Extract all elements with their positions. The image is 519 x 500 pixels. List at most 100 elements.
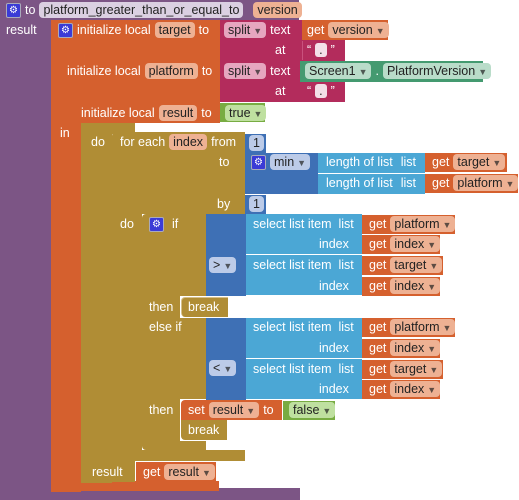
dot-label: .	[375, 64, 379, 78]
init-label: initialize local	[77, 23, 151, 37]
get-label: get	[143, 465, 161, 479]
bool-dropdown[interactable]: false ▼	[289, 402, 336, 418]
var-result-field[interactable]: result	[158, 105, 198, 121]
select-row: select list item list	[253, 258, 354, 272]
init-result-row: initialize local result to	[81, 103, 212, 123]
var-dropdown[interactable]: target ▼	[390, 361, 443, 377]
get-row: get platform ▼	[369, 317, 456, 337]
number-field[interactable]: 1	[249, 196, 264, 212]
var-dropdown[interactable]: index ▼	[390, 340, 441, 356]
for-each-body	[112, 213, 142, 453]
compare-op-dropdown[interactable]: < ▼	[209, 360, 237, 376]
get-row: get target ▼	[369, 255, 443, 275]
to-label: to	[201, 106, 212, 120]
to-label: to	[201, 64, 213, 78]
split-dropdown[interactable]: split ▼	[224, 22, 267, 38]
init-platform-row: initialize local platform to	[67, 61, 212, 81]
number-field[interactable]: 1	[249, 135, 264, 151]
gear-icon[interactable]: ⚙	[6, 2, 21, 18]
set-row: set result ▼ to	[188, 402, 274, 418]
get-row: get platform ▼	[432, 173, 519, 193]
var-dropdown[interactable]: index ▼	[390, 278, 441, 294]
string-field[interactable]: .	[315, 84, 327, 98]
get-row: get version ▼	[307, 20, 389, 40]
var-dropdown[interactable]: version ▼	[328, 22, 389, 38]
init-label: initialize local	[67, 64, 141, 78]
bool-dropdown[interactable]: true ▼	[225, 105, 267, 121]
loop-var-field[interactable]: index	[169, 134, 208, 150]
select-row: select list item list	[253, 362, 354, 376]
get-row: get platform ▼	[369, 214, 456, 234]
min-dropdown[interactable]: min ▼	[270, 154, 311, 170]
to-label: to	[198, 23, 210, 37]
split-row: split ▼ text	[224, 61, 290, 81]
compare-op-dropdown[interactable]: > ▼	[209, 257, 237, 273]
for-each-row: for each index from	[120, 132, 236, 152]
index-label: index	[319, 341, 349, 355]
else-if-label: else if	[149, 320, 182, 334]
var-dropdown[interactable]: platform ▼	[390, 216, 456, 232]
do-label: do	[120, 217, 134, 231]
length-row: length of list list	[326, 176, 416, 190]
result-label: result	[92, 465, 123, 479]
var-dropdown[interactable]: index ▼	[390, 236, 441, 252]
select-row: select list item list	[253, 217, 354, 231]
split-dropdown[interactable]: split ▼	[224, 63, 267, 79]
procedure-header: ⚙ to platform_greater_than_or_equal_to v…	[6, 0, 302, 20]
then-label: then	[149, 300, 174, 314]
blocks-workspace: ⚙ to platform_greater_than_or_equal_to v…	[0, 0, 519, 500]
then-label: then	[149, 403, 174, 417]
true-row: true ▼	[225, 103, 267, 123]
init-local-body	[51, 122, 81, 492]
gear-icon[interactable]: ⚙	[251, 154, 266, 170]
string-row: “.”	[307, 43, 335, 57]
get-row: get index ▼	[369, 234, 441, 254]
result-label: result	[6, 23, 37, 37]
for-each-label: for each	[120, 135, 166, 149]
text-label: text	[270, 64, 291, 78]
index-label: index	[319, 237, 349, 251]
var-platform-field[interactable]: platform	[144, 63, 198, 79]
compare-block-2[interactable]	[206, 318, 246, 400]
min-row: ⚙ min ▼	[251, 152, 311, 172]
var-dropdown[interactable]: platform ▼	[390, 319, 456, 335]
by-label: by	[217, 197, 231, 211]
var-dropdown[interactable]: target ▼	[390, 257, 443, 273]
gear-icon[interactable]: ⚙	[58, 22, 73, 38]
get-row: get index ▼	[369, 379, 441, 399]
get-row: get index ▼	[369, 338, 441, 358]
var-dropdown[interactable]: target ▼	[453, 154, 506, 170]
split-row: split ▼ text	[224, 20, 290, 40]
if-row: ⚙ if	[149, 214, 178, 234]
procedure-name-field[interactable]: platform_greater_than_or_equal_to	[39, 2, 244, 18]
var-dropdown[interactable]: result ▼	[164, 464, 215, 480]
init-local-bottom	[51, 481, 219, 491]
get-row: get result ▼	[143, 462, 215, 482]
gear-icon[interactable]: ⚙	[149, 216, 164, 232]
param-version[interactable]: version	[253, 2, 302, 18]
do-label: do	[91, 135, 105, 149]
var-dropdown[interactable]: result ▼	[208, 402, 260, 418]
string-field[interactable]: .	[315, 43, 327, 57]
break-label: break	[188, 423, 220, 437]
to-label: to	[25, 3, 36, 17]
compare-block-1[interactable]	[206, 214, 246, 296]
get-label: get	[307, 23, 325, 37]
do-result-block[interactable]	[81, 123, 112, 483]
get-row: get target ▼	[432, 152, 506, 172]
init-label: initialize local	[81, 106, 155, 120]
text-label: text	[270, 23, 291, 37]
select-row: select list item list	[253, 320, 354, 334]
var-dropdown[interactable]: platform ▼	[453, 175, 519, 191]
var-target-field[interactable]: target	[154, 22, 195, 38]
component-row: Screen1 ▼ . PlatformVersion ▼	[305, 61, 492, 81]
length-row: length of list list	[326, 155, 416, 169]
at-label: at	[275, 84, 286, 98]
get-row: get index ▼	[369, 276, 441, 296]
init-target-row: ⚙ initialize local target to	[58, 20, 209, 40]
var-dropdown[interactable]: index ▼	[390, 381, 441, 397]
string-row: “.”	[307, 84, 335, 98]
property-dropdown[interactable]: PlatformVersion ▼	[382, 63, 492, 79]
component-dropdown[interactable]: Screen1 ▼	[305, 63, 372, 79]
from-label: from	[211, 135, 237, 149]
